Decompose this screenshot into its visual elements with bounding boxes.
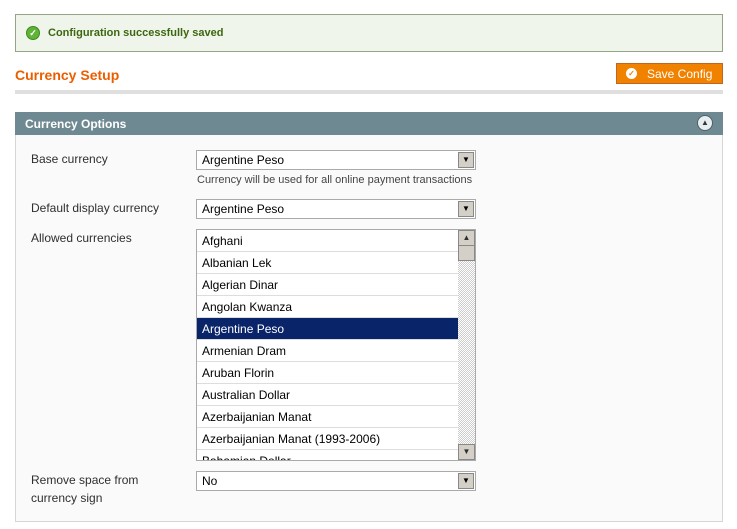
- currency-option[interactable]: Afghani: [197, 230, 459, 252]
- currency-option[interactable]: Argentine Peso: [197, 318, 459, 340]
- currency-option[interactable]: Armenian Dram: [197, 340, 459, 362]
- scroll-down-icon[interactable]: ▼: [458, 444, 475, 460]
- scrollbar[interactable]: [458, 230, 475, 460]
- check-icon: ✓: [626, 68, 637, 79]
- base-currency-note: Currency will be used for all online pay…: [197, 174, 473, 186]
- base-currency-label: Base currency: [31, 152, 108, 166]
- currency-option[interactable]: Aruban Florin: [197, 362, 459, 384]
- currency-option[interactable]: Albanian Lek: [197, 252, 459, 274]
- section-title: Currency Options: [25, 117, 127, 131]
- check-circle-icon: ✓: [26, 26, 40, 40]
- display-currency-select[interactable]: Argentine Peso ▼: [196, 199, 476, 219]
- allowed-currencies-label: Allowed currencies: [31, 231, 132, 245]
- label-line: currency sign: [31, 491, 103, 505]
- collapse-icon[interactable]: ▲: [697, 115, 713, 131]
- select-value: Argentine Peso: [202, 153, 285, 167]
- remove-space-label: Remove space from currency sign: [31, 471, 138, 507]
- display-currency-label: Default display currency: [31, 201, 160, 215]
- save-label: Save Config: [647, 66, 713, 81]
- currency-option[interactable]: Angolan Kwanza: [197, 296, 459, 318]
- message-text: Configuration successfully saved: [48, 27, 224, 39]
- divider: [15, 90, 723, 94]
- page-title: Currency Setup: [15, 67, 120, 83]
- currency-option[interactable]: Azerbaijanian Manat (1993-2006): [197, 428, 459, 450]
- scroll-up-icon[interactable]: ▲: [458, 230, 475, 246]
- select-value: No: [202, 474, 218, 488]
- currency-option[interactable]: Bahamian Dollar: [197, 450, 459, 460]
- section-header[interactable]: Currency Options ▲: [15, 112, 723, 135]
- save-config-button[interactable]: ✓ Save Config: [616, 63, 723, 84]
- chevron-down-icon[interactable]: ▼: [458, 473, 474, 489]
- currency-option[interactable]: Algerian Dinar: [197, 274, 459, 296]
- base-currency-select[interactable]: Argentine Peso ▼: [196, 150, 476, 170]
- chevron-down-icon[interactable]: ▼: [458, 201, 474, 217]
- currency-option[interactable]: Azerbaijanian Manat: [197, 406, 459, 428]
- chevron-down-icon[interactable]: ▼: [458, 152, 474, 168]
- scrollbar-thumb[interactable]: [458, 245, 475, 261]
- select-value: Argentine Peso: [202, 202, 285, 216]
- allowed-currencies-list[interactable]: Afghani Albanian Lek Algerian Dinar Angolan…: [196, 229, 476, 461]
- label-line: Remove space from: [31, 473, 139, 487]
- remove-space-select[interactable]: No ▼: [196, 471, 476, 491]
- success-message: ✓ Configuration successfully saved: [15, 14, 723, 52]
- currency-option[interactable]: Australian Dollar: [197, 384, 459, 406]
